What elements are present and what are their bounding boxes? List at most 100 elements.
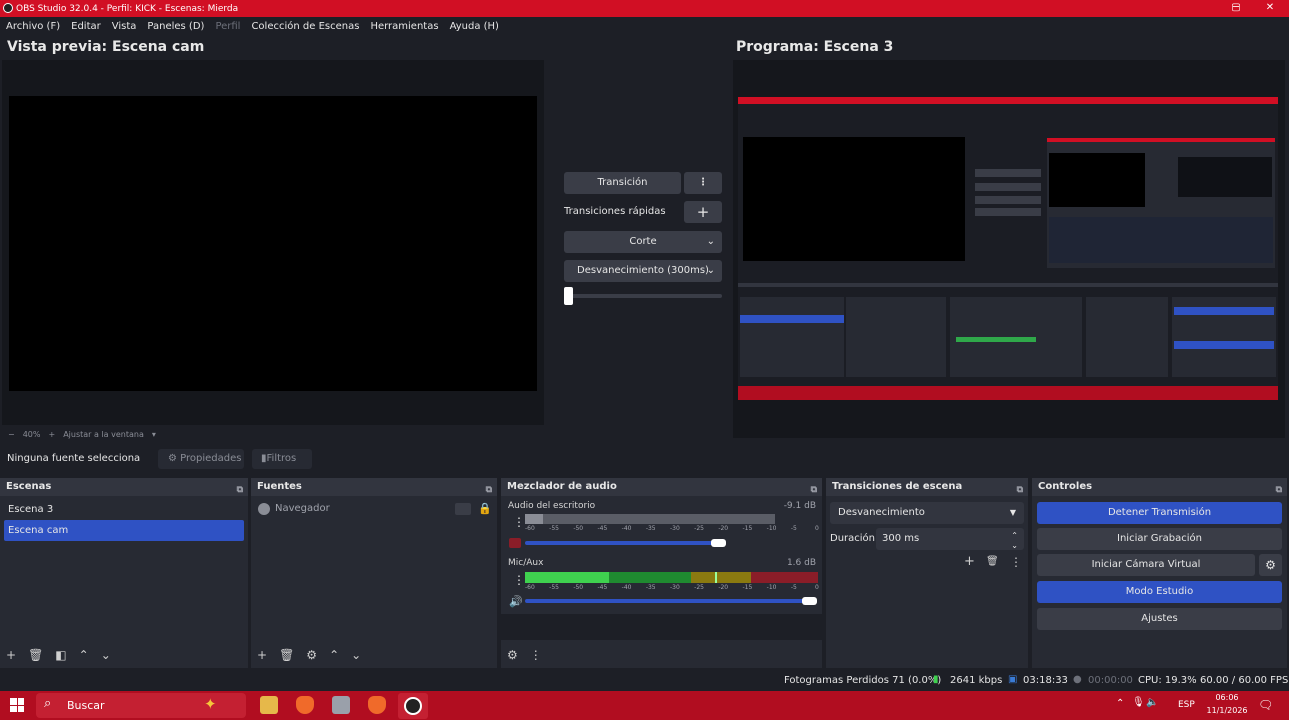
taskbar-search[interactable]: ⌕ Buscar ✦: [36, 693, 246, 718]
maximize-button[interactable]: ▢: [1219, 0, 1253, 17]
eye-hidden-icon[interactable]: [455, 503, 471, 515]
menu-archivo[interactable]: Archivo (F): [6, 21, 60, 32]
program-area: [733, 60, 1285, 438]
channel-menu-icon[interactable]: ⋮: [513, 573, 525, 587]
brave-browser-icon-2[interactable]: [368, 696, 386, 714]
chevron-down-icon[interactable]: ▾: [152, 430, 156, 439]
fit-window-label[interactable]: Ajustar a la ventana: [63, 430, 144, 439]
gear-icon[interactable]: ⚙: [306, 648, 317, 662]
speaker-tray-icon[interactable]: 🔈: [1146, 697, 1158, 708]
clock-date[interactable]: 11/1/2026: [1201, 706, 1253, 715]
copilot-sparkle-icon[interactable]: ✦: [204, 695, 217, 713]
add-icon[interactable]: +: [257, 648, 267, 662]
menu-perfil[interactable]: Perfil: [215, 21, 240, 32]
tbar-track[interactable]: [564, 294, 722, 298]
properties-button[interactable]: ⚙ Propiedades: [158, 449, 244, 469]
menu-editar[interactable]: Editar: [71, 21, 101, 32]
move-down-icon[interactable]: ⌄: [101, 648, 111, 662]
gear-icon[interactable]: ⚙: [507, 648, 518, 662]
windows-start-icon[interactable]: [10, 698, 24, 712]
notifications-icon[interactable]: 🗨: [1258, 698, 1273, 712]
menu-paneles[interactable]: Paneles (D): [147, 21, 204, 32]
popout-icon[interactable]: ⧉: [237, 481, 243, 499]
filter-icon[interactable]: ◧: [55, 648, 66, 662]
meter-scale-tick: -50: [573, 525, 584, 532]
menu-herramientas[interactable]: Herramientas: [370, 21, 438, 32]
microphone-icon[interactable]: 🎙: [1132, 697, 1145, 708]
channel-db: -9.1 dB: [783, 501, 816, 511]
move-up-icon[interactable]: ⌃: [329, 648, 339, 662]
add-quick-transition-button[interactable]: +: [684, 201, 722, 223]
volume-slider[interactable]: [525, 599, 811, 603]
lock-icon[interactable]: 🔒: [478, 502, 492, 515]
browser-source-icon: [258, 503, 270, 515]
start-virtual-camera-button[interactable]: Iniciar Cámara Virtual: [1037, 554, 1255, 576]
chevron-down-icon: ⌄: [706, 265, 715, 276]
meter-scale-tick: -30: [670, 584, 680, 591]
studio-mode-button[interactable]: Modo Estudio: [1037, 581, 1282, 603]
menu-icon[interactable]: ⋮: [530, 648, 542, 662]
popout-icon[interactable]: ⧉: [811, 481, 817, 499]
zoom-out-button[interactable]: −: [8, 430, 15, 439]
tbar-handle[interactable]: [564, 287, 573, 305]
settings-button[interactable]: Ajustes: [1037, 608, 1282, 630]
menu-icon[interactable]: ⋮: [1010, 555, 1022, 569]
spin-down-icon[interactable]: ⌄: [1011, 535, 1018, 557]
move-up-icon[interactable]: ⌃: [79, 648, 89, 662]
scene-item[interactable]: Escena 3: [4, 499, 53, 520]
zoom-in-button[interactable]: +: [48, 430, 55, 439]
mixer-toolbar: ⚙ ⋮: [507, 648, 542, 662]
channel-meter-red: [751, 572, 818, 583]
quick-transition-fade-label: Desvanecimiento (300ms): [577, 265, 709, 276]
filters-button[interactable]: ▮Filtros: [252, 449, 312, 469]
program-title: Programa: Escena 3: [736, 39, 894, 55]
file-explorer-icon[interactable]: [260, 696, 278, 714]
close-button[interactable]: ✕: [1253, 0, 1287, 17]
popout-icon[interactable]: ⧉: [1276, 481, 1282, 499]
tray-chevron-icon[interactable]: ⌃: [1116, 698, 1124, 709]
preview-canvas[interactable]: [9, 96, 537, 391]
meter-scale-tick: -5: [790, 525, 797, 532]
speaker-icon[interactable]: 🔊: [509, 595, 523, 608]
trash-icon[interactable]: 🗑: [986, 556, 999, 567]
transition-button[interactable]: Transición: [564, 172, 681, 194]
status-bar: Fotogramas Perdidos 71 (0.0%) ▮ 2641 kbp…: [0, 670, 1289, 691]
obs-taskbar-button[interactable]: [398, 693, 428, 719]
stop-streaming-button[interactable]: Detener Transmisión: [1037, 502, 1282, 524]
transition-select[interactable]: Desvanecimiento ▼: [830, 502, 1024, 524]
muted-speaker-icon[interactable]: [509, 538, 521, 548]
channel-menu-icon[interactable]: ⋮: [513, 515, 525, 529]
dropped-frames: Fotogramas Perdidos 71 (0.0%): [784, 675, 942, 686]
add-icon[interactable]: +: [964, 554, 975, 569]
move-down-icon[interactable]: ⌄: [351, 648, 361, 662]
brave-browser-icon[interactable]: [296, 696, 314, 714]
minimize-button-2[interactable]: [1187, 0, 1221, 17]
scene-item[interactable]: Escena cam: [4, 520, 244, 541]
trash-icon[interactable]: 🗑: [279, 648, 294, 662]
volume-slider[interactable]: [525, 541, 717, 545]
transition-menu-button[interactable]: ⋮: [684, 172, 722, 194]
menu-vista[interactable]: Vista: [112, 21, 137, 32]
popout-icon[interactable]: ⧉: [486, 481, 492, 499]
language-indicator[interactable]: ESP: [1178, 700, 1195, 710]
app-window-icon[interactable]: [332, 696, 350, 714]
menu-ayuda[interactable]: Ayuda (H): [450, 21, 499, 32]
menu-coleccion-escenas[interactable]: Colección de Escenas: [251, 21, 359, 32]
clock-time[interactable]: 06:06: [1207, 693, 1247, 702]
source-item[interactable]: Navegador: [275, 503, 330, 514]
add-icon[interactable]: +: [6, 648, 16, 662]
volume-handle[interactable]: [802, 597, 817, 605]
obs-logo-icon: [3, 3, 13, 13]
quick-transition-fade[interactable]: Desvanecimiento (300ms) ⌄: [564, 260, 722, 282]
duration-input[interactable]: 300 ms ⌃ ⌄: [876, 528, 1024, 550]
start-recording-button[interactable]: Iniciar Grabación: [1037, 528, 1282, 550]
quick-transition-cut[interactable]: Corte ⌄: [564, 231, 722, 253]
virtual-camera-settings-gear-icon[interactable]: ⚙: [1259, 554, 1282, 576]
popout-icon[interactable]: ⧉: [1017, 481, 1023, 499]
preview-zoom-bar: − 40% + Ajustar a la ventana ▾: [0, 428, 545, 440]
no-source-label: Ninguna fuente selecciona: [7, 453, 141, 464]
trash-icon[interactable]: 🗑: [28, 648, 43, 662]
meter-scale-tick: -10: [766, 525, 777, 532]
volume-handle[interactable]: [711, 539, 726, 547]
channel-name: Audio del escritorio: [508, 501, 596, 511]
